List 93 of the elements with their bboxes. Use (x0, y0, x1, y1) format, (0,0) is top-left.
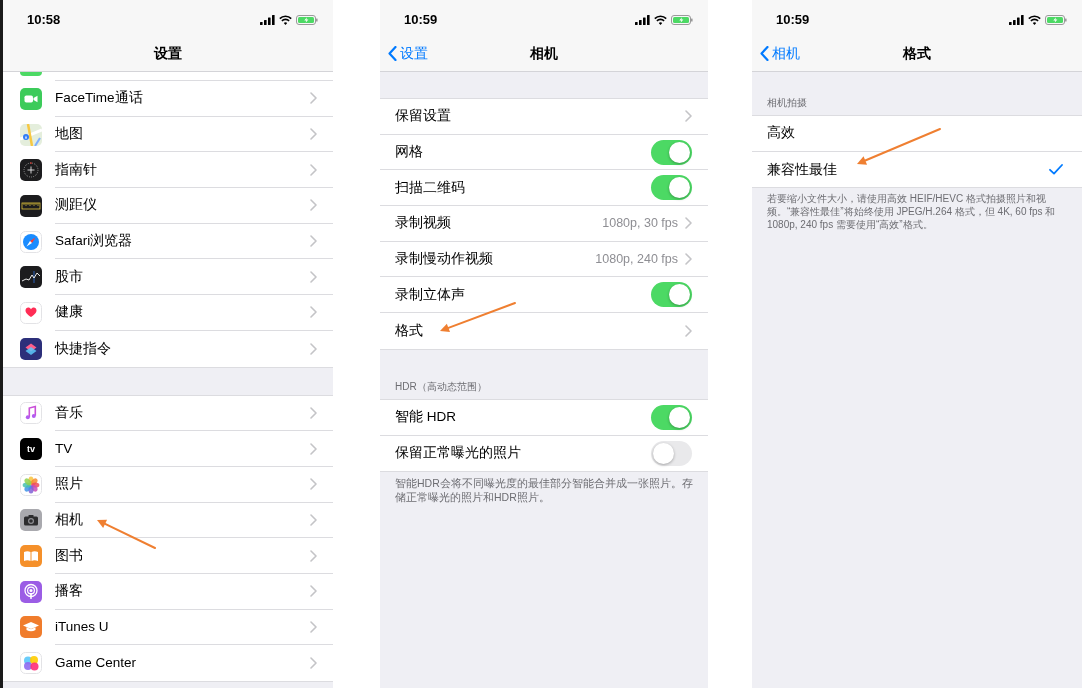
compass-icon (20, 159, 42, 182)
camera-icon (20, 509, 42, 532)
setting-label[interactable]: 股市 (55, 267, 83, 286)
signal-icon (1009, 14, 1024, 25)
section-header: HDR（高动态范围） (394, 379, 488, 394)
setting-label[interactable]: 保留设置 (395, 107, 451, 126)
setting-label[interactable]: 测距仪 (55, 196, 97, 215)
setting-label[interactable]: 格式 (395, 321, 423, 340)
setting-label[interactable]: FaceTime通话 (55, 89, 143, 108)
open-book-icon (20, 545, 42, 568)
tv-logo: tv (20, 438, 42, 461)
chevron-icon (310, 270, 317, 283)
setting-label[interactable]: 高效 (767, 124, 795, 143)
section-footer: 智能HDR会将不同曝光度的最佳部分智能合并成一张照片。存储正常曝光的照片和HDR照片。 (380, 472, 708, 505)
setting-label[interactable]: 录制慢动作视频 (395, 250, 493, 269)
signal-icon (260, 14, 275, 25)
compass-icon (20, 230, 42, 253)
back-button[interactable]: 设置 (388, 44, 428, 63)
chevron-icon (310, 513, 317, 526)
nav-title: 格式 (903, 44, 931, 63)
battery-icon (1045, 14, 1067, 25)
setting-label[interactable]: iTunes U (55, 617, 109, 636)
chevron-icon (310, 163, 317, 176)
chevron-icon (310, 442, 317, 455)
chevron-icon (310, 199, 317, 212)
wifi-icon (279, 14, 292, 25)
setting-label[interactable]: 地图 (55, 125, 83, 144)
setting-label[interactable]: 指南针 (55, 160, 97, 179)
setting-label[interactable]: Game Center (55, 654, 137, 673)
back-chevron-icon (388, 45, 397, 61)
section-header: 相机拍摄 (766, 96, 808, 110)
chevron-icon (310, 306, 317, 319)
wifi-icon (654, 14, 667, 25)
chevron-icon (685, 324, 692, 337)
chevron-icon (310, 342, 317, 355)
chevron-icon (310, 585, 317, 598)
chevron-icon (310, 92, 317, 105)
signal-icon (635, 14, 650, 25)
chevron-icon (685, 253, 692, 266)
chevron-icon (310, 657, 317, 670)
section-footer: 若要缩小文件大小，请使用高效 HEIF/HEVC 格式拍摄照片和视频。“兼容性最佳”将始终使用 JPEG/H.264 格式，但 4K, 60 fps 和 1080p, 240 fps 需要使用“高效”格式。 (752, 188, 1082, 232)
status-time: 10:59 (776, 13, 810, 27)
setting-label[interactable]: 健康 (55, 303, 83, 322)
chevron-icon (310, 478, 317, 491)
status-time: 10:59 (404, 13, 438, 27)
setting-label[interactable]: 保留正常曝光的照片 (395, 444, 521, 463)
setting-label[interactable]: TV (55, 439, 73, 458)
chevron-icon (310, 549, 317, 562)
chevron-icon (685, 110, 692, 123)
wifi-icon (1028, 14, 1041, 25)
battery-icon (296, 14, 318, 25)
app-icon (20, 72, 42, 76)
nav-title: 设置 (154, 44, 182, 63)
setting-label[interactable]: 照片 (55, 475, 83, 494)
setting-label[interactable]: Safari浏览器 (55, 232, 133, 251)
video-camera-icon (20, 87, 42, 110)
chevron-icon (310, 128, 317, 141)
status-time: 10:58 (27, 13, 61, 27)
toggle-switch[interactable] (651, 440, 692, 466)
setting-label[interactable]: 相机 (55, 510, 83, 529)
layers-icon (20, 337, 42, 360)
bubbles-icon (20, 652, 42, 675)
podcast-icon (20, 580, 42, 603)
setting-value: 1080p, 240 fps (595, 251, 678, 268)
setting-label[interactable]: 快捷指令 (55, 339, 111, 358)
chevron-icon (310, 235, 317, 248)
battery-icon (671, 14, 693, 25)
ruler-icon (20, 194, 42, 217)
setting-label[interactable]: 图书 (55, 546, 83, 565)
setting-label[interactable]: 录制立体声 (395, 285, 465, 304)
setting-value: 1080p, 30 fps (602, 215, 678, 232)
map-icon (20, 123, 42, 146)
back-button[interactable]: 相机 (760, 44, 800, 63)
toggle-switch[interactable] (651, 175, 692, 201)
setting-label[interactable]: 音乐 (55, 403, 83, 422)
line-chart-icon (20, 266, 42, 289)
setting-label[interactable]: 网格 (395, 143, 423, 162)
chevron-icon (685, 217, 692, 230)
music-note-icon (20, 402, 42, 425)
setting-label[interactable]: 扫描二维码 (395, 178, 465, 197)
setting-label[interactable]: 智能 HDR (395, 408, 456, 427)
setting-label[interactable]: 播客 (55, 582, 83, 601)
setting-label[interactable]: 录制视频 (395, 214, 451, 233)
toggle-switch[interactable] (651, 404, 692, 430)
nav-title: 相机 (530, 44, 558, 63)
toggle-switch[interactable] (651, 282, 692, 308)
graduation-cap-icon (20, 616, 42, 639)
setting-label[interactable]: 兼容性最佳 (767, 160, 837, 179)
flower-icon (20, 473, 42, 496)
chevron-icon (310, 406, 317, 419)
chevron-icon (310, 620, 317, 633)
back-chevron-icon (760, 45, 769, 61)
toggle-switch[interactable] (651, 139, 692, 165)
